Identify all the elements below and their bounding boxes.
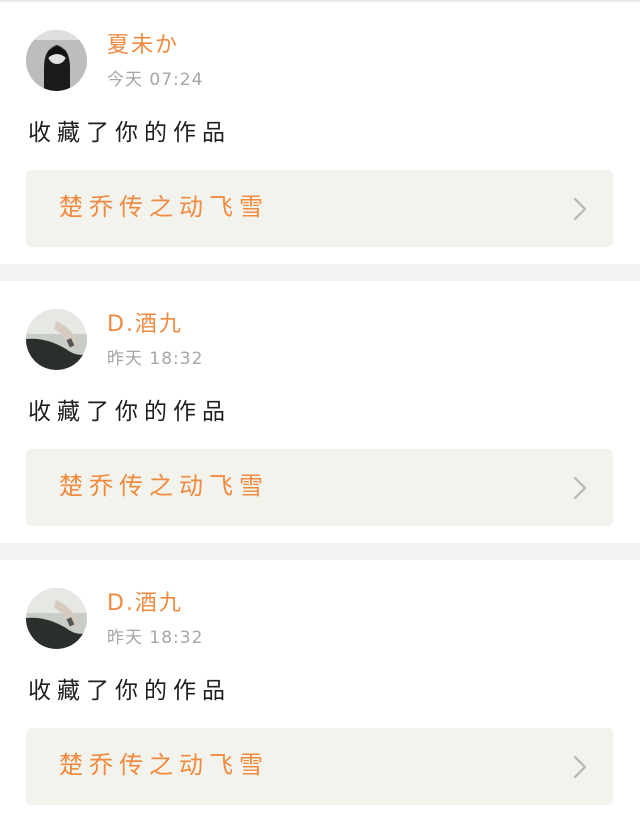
work-title: 楚乔传之动飞雪 xyxy=(59,472,269,500)
timestamp: 昨天 18:32 xyxy=(107,628,204,648)
work-link[interactable]: 楚乔传之动飞雪 xyxy=(26,728,613,805)
timestamp: 今天 07:24 xyxy=(107,70,204,90)
action-text: 收藏了你的作品 xyxy=(28,399,231,425)
notification-card: 夏未か 今天 07:24 收藏了你的作品 楚乔传之动飞雪 xyxy=(0,2,640,264)
avatar-arm-photo-icon[interactable] xyxy=(26,588,87,649)
action-text: 收藏了你的作品 xyxy=(28,120,231,146)
chevron-right-icon xyxy=(573,755,587,779)
timestamp: 昨天 18:32 xyxy=(107,349,204,369)
avatar-dark-portrait-icon[interactable] xyxy=(26,30,87,91)
notification-card: D.酒九 昨天 18:32 收藏了你的作品 楚乔传之动飞雪 xyxy=(0,281,640,543)
notification-feed: 夏未か 今天 07:24 收藏了你的作品 楚乔传之动飞雪 D.酒九 昨天 18:… xyxy=(0,0,640,817)
username[interactable]: D.酒九 xyxy=(107,311,183,339)
chevron-right-icon xyxy=(573,197,587,221)
avatar-arm-photo-icon[interactable] xyxy=(26,309,87,370)
username[interactable]: D.酒九 xyxy=(107,590,183,618)
work-title: 楚乔传之动飞雪 xyxy=(59,193,269,221)
work-title: 楚乔传之动飞雪 xyxy=(59,751,269,779)
work-link[interactable]: 楚乔传之动飞雪 xyxy=(26,449,613,526)
action-text: 收藏了你的作品 xyxy=(28,678,231,704)
chevron-right-icon xyxy=(573,476,587,500)
username[interactable]: 夏未か xyxy=(107,32,179,60)
work-link[interactable]: 楚乔传之动飞雪 xyxy=(26,170,613,247)
notification-card: D.酒九 昨天 18:32 收藏了你的作品 楚乔传之动飞雪 xyxy=(0,560,640,817)
